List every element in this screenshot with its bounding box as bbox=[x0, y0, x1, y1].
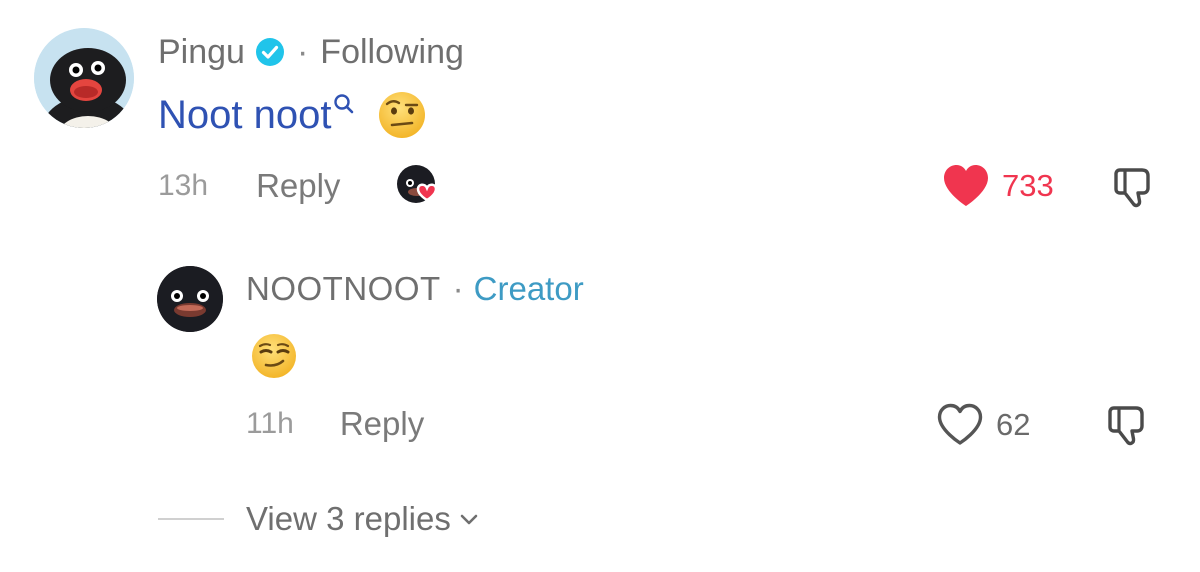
creator-badge: Creator bbox=[473, 270, 584, 307]
reply-like-count: 62 bbox=[996, 407, 1031, 442]
separator-dot: · bbox=[452, 270, 464, 307]
reply-time: 11h bbox=[246, 407, 294, 440]
reply-avatar[interactable] bbox=[157, 266, 223, 332]
chevron-down-icon bbox=[460, 514, 478, 525]
reply-body bbox=[250, 332, 298, 380]
comment-body: Noot noot bbox=[158, 88, 427, 142]
reply-button[interactable]: Reply bbox=[340, 405, 424, 443]
view-replies-label: View 3 replies bbox=[246, 500, 451, 537]
comment-text[interactable]: Noot noot bbox=[158, 93, 331, 138]
reply-header: NOOTNOOT · Creator bbox=[246, 268, 584, 310]
verified-badge-icon bbox=[255, 38, 284, 66]
heart-outline-icon bbox=[937, 403, 983, 445]
following-label: Following bbox=[320, 32, 464, 71]
creator-liked-indicator bbox=[396, 162, 448, 214]
avatar[interactable] bbox=[34, 28, 134, 128]
creator-liked-icon bbox=[397, 165, 438, 203]
thumbs-down-icon bbox=[1114, 168, 1150, 208]
reply-author[interactable]: NOOTNOOT bbox=[246, 270, 441, 308]
separator-dot: · bbox=[296, 32, 309, 71]
comment-time: 13h bbox=[158, 169, 209, 202]
comment-meta: 13h Reply bbox=[158, 160, 340, 212]
thumbs-down-icon bbox=[1108, 406, 1144, 446]
dislike-button[interactable] bbox=[1110, 164, 1156, 210]
heart-filled-icon bbox=[944, 165, 988, 206]
like-count: 733 bbox=[1002, 168, 1054, 203]
thread-divider bbox=[158, 518, 224, 520]
penguin-avatar-icon bbox=[34, 28, 134, 128]
view-replies-button[interactable]: View 3 replies bbox=[158, 497, 481, 541]
smirking-face-emoji-icon bbox=[252, 334, 296, 378]
comment-thread: Pingu · Following Noot noot 13h Reply 73… bbox=[0, 0, 1200, 572]
search-icon[interactable] bbox=[333, 93, 355, 115]
like-button[interactable]: 733 bbox=[942, 160, 1054, 212]
reply-button[interactable]: Reply bbox=[256, 167, 340, 205]
reply-meta: 11h Reply bbox=[246, 398, 424, 450]
penguin-avatar-icon bbox=[157, 266, 223, 332]
reply-dislike-button[interactable] bbox=[1104, 402, 1150, 448]
comment-author[interactable]: Pingu bbox=[158, 33, 245, 72]
comment-header: Pingu · Following bbox=[158, 30, 464, 74]
reply-like-button[interactable]: 62 bbox=[936, 400, 1030, 450]
raised-eyebrow-emoji-icon bbox=[379, 92, 426, 138]
